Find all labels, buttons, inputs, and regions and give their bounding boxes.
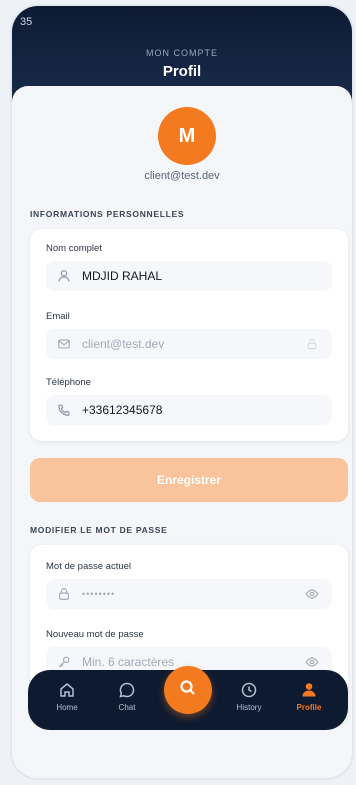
nav-item-profile[interactable]: Profile <box>284 680 334 712</box>
mail-icon <box>56 336 72 352</box>
phone-screen: 35 MON COMPTE Profil M client@test.dev I… <box>12 6 352 778</box>
nav-label-profile: Profile <box>296 703 322 712</box>
phone-label: Téléphone <box>46 377 91 388</box>
lock-icon <box>304 336 320 352</box>
phone-icon <box>56 402 72 418</box>
header-kicker: MON COMPTE <box>146 48 218 58</box>
phone-value: +33612345678 <box>82 403 163 417</box>
phone-field[interactable]: +33612345678 <box>46 395 332 425</box>
status-time: 35 <box>20 16 33 28</box>
email-field: client@test.dev <box>46 329 332 359</box>
nav-item-chat[interactable]: Chat <box>102 680 152 712</box>
nav-label-history: History <box>236 703 262 712</box>
new-password-placeholder: Min. 6 caractères <box>82 655 175 669</box>
eye-icon[interactable] <box>304 654 320 670</box>
email-label: Email <box>46 311 70 322</box>
nav-item-home[interactable]: Home <box>42 680 92 712</box>
nav-label-home: Home <box>56 703 78 712</box>
lock-icon <box>56 586 72 602</box>
home-icon <box>42 680 92 700</box>
avatar-initial: M <box>178 124 196 147</box>
personal-info-section-title: INFORMATIONS PERSONNELLES <box>30 209 185 219</box>
name-value: MDJID RAHAL <box>82 269 163 283</box>
page-title: Profil <box>162 63 202 80</box>
avatar[interactable]: M <box>158 107 216 165</box>
name-field[interactable]: MDJID RAHAL <box>46 261 332 291</box>
profile-email: client@test.dev <box>144 170 220 182</box>
nav-label-chat: Chat <box>118 703 136 712</box>
system-nav-area <box>12 744 352 778</box>
save-button[interactable]: Enregistrer <box>30 458 348 502</box>
current-password-value: •••••••• <box>82 589 116 599</box>
key-icon <box>56 654 72 670</box>
search-fab-button[interactable] <box>164 666 212 714</box>
eye-icon[interactable] <box>304 586 320 602</box>
current-password-label: Mot de passe actuel <box>46 561 132 572</box>
clock-icon <box>224 680 274 700</box>
new-password-label: Nouveau mot de passe <box>46 629 144 640</box>
chat-icon <box>102 680 152 700</box>
user-icon <box>56 268 72 284</box>
user-icon <box>284 680 334 700</box>
search-icon <box>178 678 198 703</box>
current-password-field[interactable]: •••••••• <box>46 579 332 609</box>
email-value: client@test.dev <box>82 337 165 351</box>
password-section-title: MODIFIER LE MOT DE PASSE <box>30 525 168 535</box>
name-label: Nom complet <box>46 243 102 254</box>
nav-item-history[interactable]: History <box>224 680 274 712</box>
personal-info-card: Nom complet MDJID RAHAL Email client@tes… <box>30 229 348 441</box>
